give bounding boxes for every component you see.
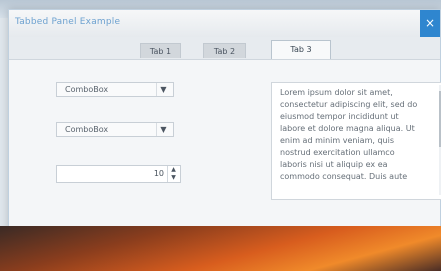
tab-strip: Tab 1 Tab 2 Tab 3 bbox=[9, 37, 440, 60]
combobox-2[interactable]: ComboBox ▼ bbox=[56, 122, 174, 137]
window-title: Tabbed Panel Example bbox=[15, 17, 121, 27]
text-line: eiusmod tempor incididunt ut bbox=[280, 112, 399, 121]
combobox-1[interactable]: ComboBox ▼ bbox=[56, 82, 174, 97]
combobox-2-value: ComboBox bbox=[65, 125, 109, 134]
text-line: laboris nisi ut aliquip ex ea bbox=[280, 160, 388, 169]
application-window: Tabbed Panel Example × Tab 1 Tab 2 Tab 3… bbox=[8, 9, 441, 234]
spinbox-value: 10 bbox=[153, 169, 164, 178]
text-area[interactable]: Lorem ipsum dolor sit amet, consectetur … bbox=[271, 82, 441, 200]
tab-1[interactable]: Tab 1 bbox=[140, 43, 181, 58]
tab-3[interactable]: Tab 3 bbox=[271, 40, 331, 59]
tab-2[interactable]: Tab 2 bbox=[203, 43, 246, 58]
close-button[interactable]: × bbox=[420, 10, 440, 37]
spinbox[interactable]: 10 ▲ ▼ bbox=[56, 165, 181, 183]
close-icon: × bbox=[424, 16, 436, 30]
text-line: labore et dolore magna aliqua. Ut bbox=[280, 124, 415, 133]
text-line: nostrud exercitation ullamco bbox=[280, 148, 395, 157]
chevron-down-icon[interactable]: ▼ bbox=[167, 174, 179, 182]
combobox-1-value: ComboBox bbox=[65, 85, 109, 94]
chevron-down-icon: ▼ bbox=[156, 83, 170, 96]
text-line: commodo consequat. Duis aute bbox=[280, 172, 408, 181]
chevron-down-icon: ▼ bbox=[156, 123, 170, 136]
chevron-up-icon[interactable]: ▲ bbox=[167, 166, 179, 174]
title-bar: Tabbed Panel Example × bbox=[9, 10, 440, 38]
text-line: consectetur adipiscing elit, sed do bbox=[280, 100, 418, 109]
text-line: enim ad minim veniam, quis bbox=[280, 136, 394, 145]
desktop-wallpaper bbox=[0, 226, 441, 271]
text-line: Lorem ipsum dolor sit amet, bbox=[280, 88, 393, 97]
